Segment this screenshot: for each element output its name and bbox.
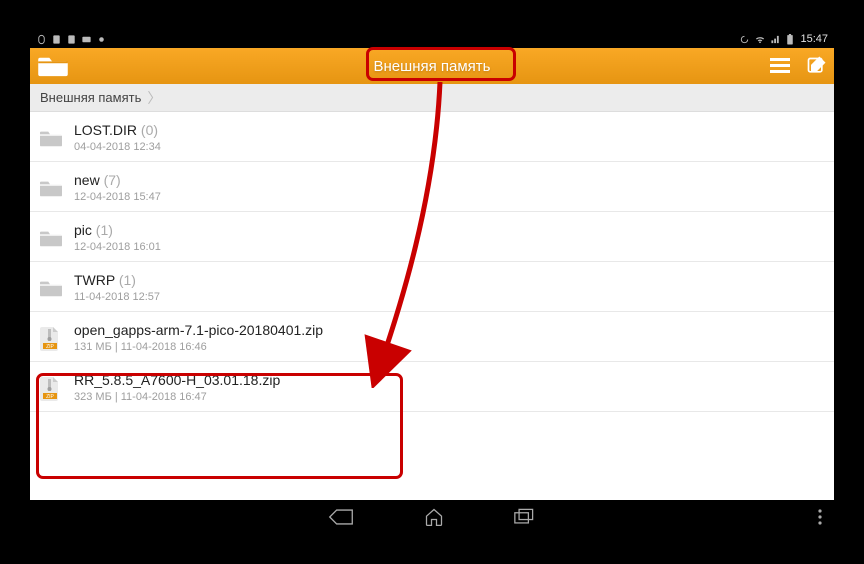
status-left-icons: [36, 34, 107, 45]
item-meta: 11-04-2018 12:57: [74, 291, 824, 303]
item-meta: 323 МБ | 11-04-2018 16:47: [74, 391, 824, 403]
chevron-right-icon: 〉: [147, 88, 161, 108]
home-button[interactable]: [424, 507, 444, 527]
status-clock: 15:47: [800, 33, 828, 45]
item-meta: 04-04-2018 12:34: [74, 141, 824, 153]
wifi-icon: [754, 34, 766, 45]
item-text: TWRP (1) 11-04-2018 12:57: [74, 272, 824, 303]
app-header: Внешняя память: [30, 48, 834, 84]
item-name: TWRP: [74, 272, 115, 288]
battery-icon: [786, 34, 794, 45]
item-count: (1): [96, 222, 113, 238]
header-right: [770, 56, 826, 76]
download-icon: [66, 34, 77, 45]
file-list: LOST.DIR (0) 04-04-2018 12:34 new (7) 12…: [30, 112, 834, 412]
recents-button[interactable]: [514, 508, 536, 526]
list-item[interactable]: new (7) 12-04-2018 15:47: [30, 162, 834, 212]
item-meta: 131 МБ | 11-04-2018 16:46: [74, 341, 824, 353]
keyboard-icon: [81, 34, 92, 45]
signal-icon: [770, 34, 782, 45]
debug-icon: [36, 34, 47, 45]
folder-icon: [40, 127, 62, 149]
item-meta: 12-04-2018 15:47: [74, 191, 824, 203]
list-item[interactable]: ZIP RR_5.8.5_A7600-H_03.01.18.zip 323 МБ…: [30, 362, 834, 412]
folder-icon: [40, 277, 62, 299]
device-frame: 15:47 Внешняя память Внешняя памят: [0, 0, 864, 564]
item-name: open_gapps-arm-7.1-pico-20180401.zip: [74, 322, 323, 338]
screen: 15:47 Внешняя память Внешняя памят: [30, 30, 834, 534]
list-item[interactable]: pic (1) 12-04-2018 16:01: [30, 212, 834, 262]
list-item[interactable]: LOST.DIR (0) 04-04-2018 12:34: [30, 112, 834, 162]
list-item[interactable]: ZIP open_gapps-arm-7.1-pico-20180401.zip…: [30, 312, 834, 362]
item-count: (1): [119, 272, 136, 288]
back-button[interactable]: [328, 508, 354, 526]
item-text: new (7) 12-04-2018 15:47: [74, 172, 824, 203]
app-logo-button[interactable]: [38, 54, 68, 78]
list-item[interactable]: TWRP (1) 11-04-2018 12:57: [30, 262, 834, 312]
item-meta: 12-04-2018 16:01: [74, 241, 824, 253]
folder-icon: [40, 177, 62, 199]
item-text: pic (1) 12-04-2018 16:01: [74, 222, 824, 253]
overflow-button[interactable]: [818, 509, 822, 525]
svg-text:ZIP: ZIP: [46, 344, 54, 350]
item-count: (7): [104, 172, 121, 188]
rotation-icon: [739, 34, 750, 45]
header-left: [38, 54, 68, 78]
item-name: LOST.DIR: [74, 122, 137, 138]
header-title: Внешняя память: [374, 58, 491, 75]
menu-button[interactable]: [770, 58, 790, 74]
navigation-bar: [30, 500, 834, 534]
status-bar: 15:47: [30, 30, 834, 48]
item-name: pic: [74, 222, 92, 238]
item-text: LOST.DIR (0) 04-04-2018 12:34: [74, 122, 824, 153]
item-name: RR_5.8.5_A7600-H_03.01.18.zip: [74, 372, 280, 388]
status-right-icons: 15:47: [739, 33, 828, 45]
svg-text:ZIP: ZIP: [46, 394, 54, 400]
zip-icon: ZIP: [40, 327, 62, 349]
gps-icon: [96, 34, 107, 45]
zip-icon: ZIP: [40, 377, 62, 399]
folder-icon: [40, 227, 62, 249]
sdcard-icon: [51, 34, 62, 45]
edit-button[interactable]: [806, 56, 826, 76]
item-text: open_gapps-arm-7.1-pico-20180401.zip 131…: [74, 322, 824, 353]
item-name: new: [74, 172, 100, 188]
breadcrumb[interactable]: Внешняя память 〉: [30, 84, 834, 112]
item-count: (0): [141, 122, 158, 138]
item-text: RR_5.8.5_A7600-H_03.01.18.zip 323 МБ | 1…: [74, 372, 824, 403]
breadcrumb-label: Внешняя память: [40, 90, 141, 105]
